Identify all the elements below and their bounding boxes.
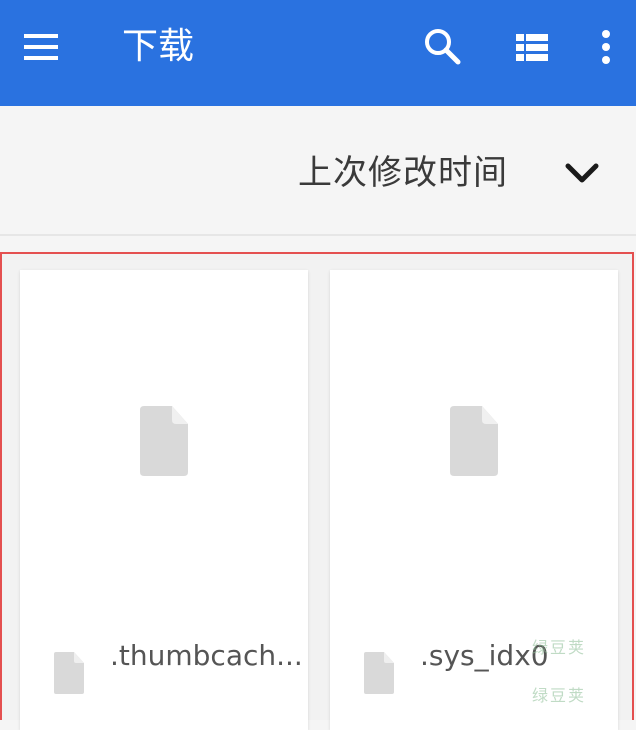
hamburger-menu-icon [24, 34, 58, 60]
view-toggle-button[interactable] [510, 26, 554, 70]
app-bar: 下载 [0, 0, 636, 106]
sort-bar: 上次修改时间 [0, 106, 636, 236]
sort-by-label[interactable]: 上次修改时间 [298, 148, 508, 198]
page-title: 下载 [122, 26, 195, 67]
file-icon [140, 406, 188, 476]
file-card[interactable]: .thumbcach... [20, 270, 308, 730]
search-button[interactable] [420, 24, 466, 70]
file-card[interactable]: .sys_idx0 [330, 270, 618, 730]
list-view-icon [516, 34, 548, 61]
file-type-icon [54, 652, 84, 694]
menu-button[interactable] [20, 28, 64, 68]
file-icon [450, 406, 498, 476]
more-vert-icon [602, 30, 610, 64]
search-icon [425, 29, 461, 65]
watermark-text: 绿豆荚 [532, 686, 587, 705]
chevron-down-icon [565, 163, 599, 183]
watermark-text: 绿豆荚 [532, 638, 587, 657]
file-type-icon [364, 652, 394, 694]
more-options-button[interactable] [592, 24, 620, 72]
file-name: .thumbcach... [110, 639, 300, 672]
sort-dropdown-button[interactable] [560, 156, 604, 192]
